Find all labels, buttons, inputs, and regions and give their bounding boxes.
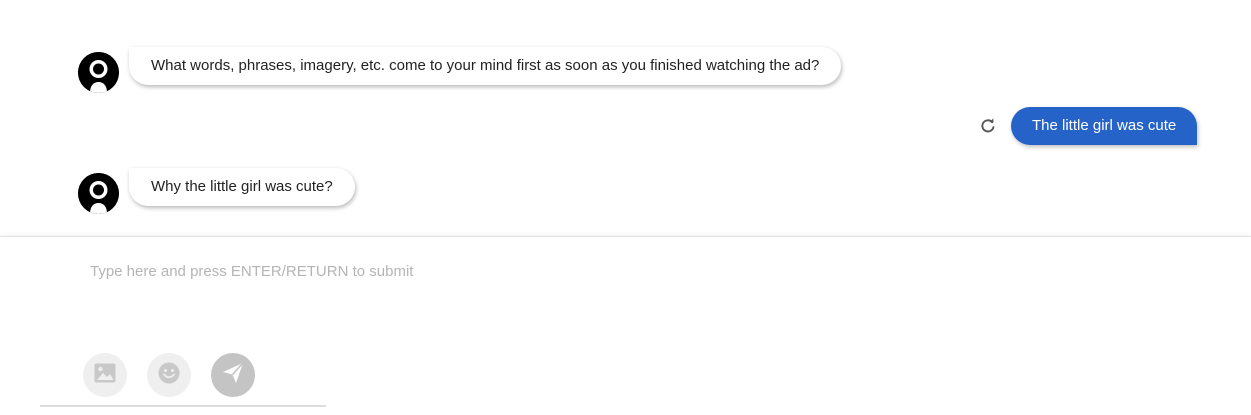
message-composer [0,236,1251,415]
emoji-icon [158,362,180,389]
bot-message: What words, phrases, imagery, etc. come … [129,47,842,85]
image-icon [94,363,116,388]
image-upload-button[interactable] [83,353,127,397]
message-input[interactable] [84,251,1196,291]
user-message: The little girl was cute [1011,107,1198,145]
chat-transcript: What words, phrases, imagery, etc. come … [0,0,1251,236]
bot-avatar-icon [78,52,119,93]
send-button[interactable] [211,353,255,397]
send-icon [222,361,244,389]
scrollbar-thumb[interactable] [40,405,326,407]
bot-message: Why the little girl was cute? [129,168,355,206]
emoji-button[interactable] [147,353,191,397]
refresh-icon[interactable] [979,117,997,135]
bot-avatar-icon [78,173,119,214]
